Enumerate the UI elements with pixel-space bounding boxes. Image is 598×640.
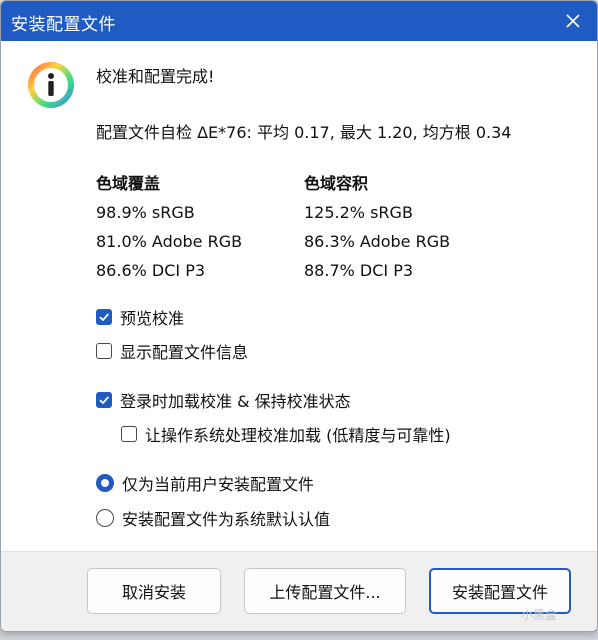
upload-profile-button[interactable]: 上传配置文件... — [244, 568, 406, 614]
show-profile-info-label: 显示配置文件信息 — [120, 343, 249, 362]
preview-calibration-label: 预览校准 — [120, 309, 185, 328]
close-icon — [566, 14, 580, 28]
gamut-volume-adobe: 86.3% Adobe RGB — [304, 232, 451, 251]
close-button[interactable] — [559, 7, 587, 35]
install-current-user-option[interactable]: 仅为当前用户安装配置文件 — [96, 471, 314, 495]
self-check-result: 配置文件自检 ΔE*76: 平均 0.17, 最大 1.20, 均方根 0.34 — [96, 123, 512, 142]
window-title: 安装配置文件 — [11, 15, 116, 35]
gamut-coverage-title: 色域覆盖 — [96, 174, 161, 193]
preview-calibration-option[interactable]: 预览校准 — [96, 305, 184, 329]
show-profile-info-option[interactable]: 显示配置文件信息 — [96, 339, 248, 363]
checkmark-icon — [99, 396, 109, 405]
load-on-login-option[interactable]: 登录时加载校准 & 保持校准状态 — [96, 388, 351, 412]
os-handle-calibration-checkbox[interactable] — [121, 426, 137, 442]
preview-calibration-checkbox[interactable] — [96, 309, 112, 325]
os-handle-calibration-option[interactable]: 让操作系统处理校准加载 (低精度与可靠性) — [121, 422, 451, 446]
gamut-coverage-srgb: 98.9% sRGB — [96, 203, 195, 222]
install-system-default-option[interactable]: 安装配置文件为系统默认认值 — [96, 506, 330, 530]
install-current-user-label: 仅为当前用户安装配置文件 — [122, 475, 315, 494]
show-profile-info-checkbox[interactable] — [96, 343, 112, 359]
completion-heading: 校准和配置完成! — [96, 67, 215, 86]
gamut-coverage-p3: 86.6% DCI P3 — [96, 261, 206, 280]
info-icon — [28, 62, 74, 108]
cancel-install-button[interactable]: 取消安装 — [87, 568, 221, 614]
title-bar: 安装配置文件 — [1, 1, 597, 41]
install-current-user-radio[interactable] — [96, 474, 114, 492]
os-handle-calibration-label: 让操作系统处理校准加载 (低精度与可靠性) — [145, 426, 451, 445]
gamut-volume-title: 色域容积 — [304, 174, 369, 193]
install-profile-dialog: 安装配置文件 校准和配置完成! 配置文件自检 ΔE*76: 平均 0.17, 最… — [0, 0, 598, 632]
install-system-default-label: 安装配置文件为系统默认认值 — [122, 510, 331, 529]
checkmark-icon — [99, 313, 109, 322]
gamut-volume: 色域容积 125.2% sRGB 86.3% Adobe RGB 88.7% D… — [304, 169, 450, 285]
gamut-coverage-adobe: 81.0% Adobe RGB — [96, 232, 243, 251]
gamut-volume-p3: 88.7% DCI P3 — [304, 261, 414, 280]
install-system-default-radio[interactable] — [96, 509, 114, 527]
watermark: 小黑盒 — [521, 608, 558, 622]
gamut-volume-srgb: 125.2% sRGB — [304, 203, 413, 222]
load-on-login-checkbox[interactable] — [96, 392, 112, 408]
load-on-login-label: 登录时加载校准 & 保持校准状态 — [120, 392, 351, 411]
gamut-coverage: 色域覆盖 98.9% sRGB 81.0% Adobe RGB 86.6% DC… — [96, 169, 242, 285]
